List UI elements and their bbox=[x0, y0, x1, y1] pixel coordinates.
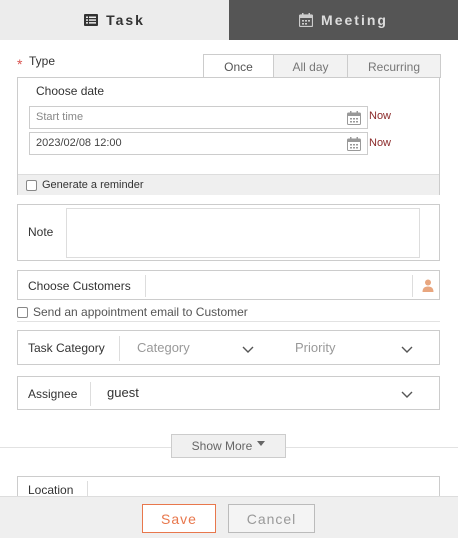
type-label: Type bbox=[29, 54, 56, 68]
note-label: Note bbox=[28, 225, 54, 239]
tab-task[interactable]: Task bbox=[0, 0, 229, 40]
save-button[interactable]: Save bbox=[142, 504, 216, 533]
assignee-section: Assignee guest bbox=[17, 376, 440, 410]
chevron-down-icon[interactable] bbox=[242, 343, 254, 357]
tab-meeting[interactable]: Meeting bbox=[229, 0, 458, 40]
assignee-select[interactable]: guest bbox=[107, 385, 139, 400]
cancel-button[interactable]: Cancel bbox=[228, 504, 315, 533]
divider bbox=[119, 336, 120, 361]
send-email-label: Send an appointment email to Customer bbox=[33, 305, 248, 319]
send-email-row: Send an appointment email to Customer bbox=[17, 305, 248, 319]
choose-customers-label: Choose Customers bbox=[28, 279, 131, 293]
list-icon bbox=[84, 14, 99, 26]
date-panel: Choose date Start time Now 2023/02/08 12… bbox=[17, 77, 440, 195]
reminder-row: Generate a reminder bbox=[18, 174, 439, 195]
tab-task-label: Task bbox=[106, 12, 145, 28]
footer-bar: Save Cancel bbox=[0, 496, 458, 538]
tab-once[interactable]: Once bbox=[203, 54, 274, 78]
task-category-label: Task Category bbox=[28, 341, 105, 355]
tab-bar: Task Meeting bbox=[0, 0, 458, 40]
calendar-icon bbox=[299, 13, 314, 27]
category-select[interactable]: Category bbox=[137, 340, 190, 355]
calendar-icon[interactable] bbox=[347, 111, 361, 128]
start-time-input[interactable]: Start time bbox=[29, 106, 368, 129]
choose-date-title: Choose date bbox=[36, 84, 105, 98]
show-more-label: Show More bbox=[191, 439, 253, 453]
divider bbox=[17, 321, 440, 322]
divider bbox=[145, 275, 146, 297]
end-now-link[interactable]: Now bbox=[369, 137, 391, 149]
end-time-input[interactable]: 2023/02/08 12:00 bbox=[29, 132, 368, 155]
caret-down-icon bbox=[257, 441, 266, 446]
frequency-tabs: Once All day Recurring bbox=[203, 54, 441, 78]
note-section: Note bbox=[17, 204, 440, 261]
chevron-down-icon[interactable] bbox=[401, 388, 413, 402]
location-label: Location bbox=[28, 483, 74, 497]
chevron-down-icon[interactable] bbox=[401, 343, 413, 357]
person-icon[interactable] bbox=[422, 279, 434, 295]
required-marker: * bbox=[17, 56, 23, 72]
divider bbox=[90, 382, 91, 406]
start-time-placeholder: Start time bbox=[36, 111, 84, 123]
start-now-link[interactable]: Now bbox=[369, 110, 391, 122]
send-email-checkbox[interactable] bbox=[17, 306, 28, 318]
assignee-label: Assignee bbox=[28, 387, 78, 401]
divider bbox=[412, 275, 413, 297]
customers-section: Choose Customers bbox=[17, 270, 440, 300]
tab-recurring[interactable]: Recurring bbox=[348, 54, 441, 78]
reminder-checkbox[interactable] bbox=[26, 179, 37, 191]
calendar-icon[interactable] bbox=[347, 137, 361, 154]
tab-all-day[interactable]: All day bbox=[274, 54, 348, 78]
note-textarea[interactable] bbox=[66, 208, 420, 258]
reminder-label: Generate a reminder bbox=[42, 179, 144, 191]
show-more-button[interactable]: Show More bbox=[171, 434, 286, 458]
task-category-section: Task Category Category Priority bbox=[17, 330, 440, 365]
tab-meeting-label: Meeting bbox=[321, 12, 388, 28]
end-time-value: 2023/02/08 12:00 bbox=[36, 137, 122, 149]
priority-select[interactable]: Priority bbox=[295, 340, 335, 355]
